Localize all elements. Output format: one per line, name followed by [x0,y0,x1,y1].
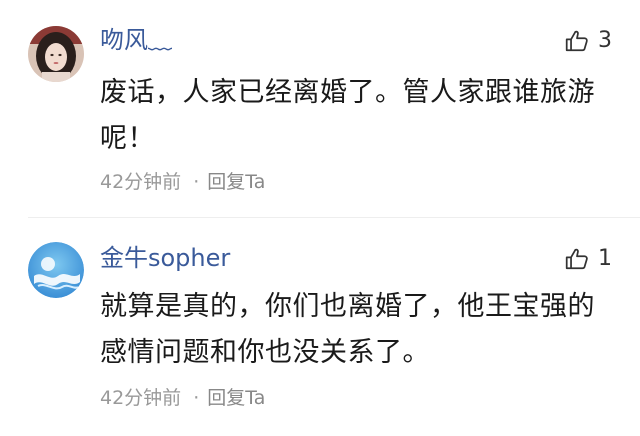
comment-item: 吻风﹏ 3 废话，人家已经离婚了。管人家跟谁旅游呢！ 42分钟前 · 回复Ta [0,0,640,218]
meta-separator: · [193,387,200,409]
username[interactable]: 吻风﹏ [100,22,172,58]
meta-separator: · [193,171,200,193]
avatar[interactable] [28,242,84,298]
avatar[interactable] [28,26,84,82]
like-count: 1 [598,246,612,271]
user-photo-avatar-icon [28,26,84,82]
like-count: 3 [598,28,612,53]
blue-wave-avatar-icon [28,242,84,298]
reply-button[interactable]: 回复Ta [207,168,265,196]
comment-item: 金牛sopher 1 就算是真的，你们也离婚了，他王宝强的感情问题和你也没关系了… [0,218,640,436]
reply-button[interactable]: 回复Ta [207,384,265,412]
like-button[interactable]: 3 [564,26,612,56]
comment-meta: 42分钟前 · 回复Ta [100,168,265,196]
username[interactable]: 金牛sopher [100,240,230,276]
comment-text: 就算是真的，你们也离婚了，他王宝强的感情问题和你也没关系了。 [100,291,595,368]
thumbs-up-icon [565,30,588,52]
comment-time: 42分钟前 [100,387,182,409]
thumbs-up-icon [565,248,588,270]
like-button[interactable]: 1 [564,244,612,274]
comment-text: 废话，人家已经离婚了。管人家跟谁旅游呢！ [100,77,595,154]
comment-time: 42分钟前 [100,171,182,193]
comment-meta: 42分钟前 · 回复Ta [100,384,265,412]
